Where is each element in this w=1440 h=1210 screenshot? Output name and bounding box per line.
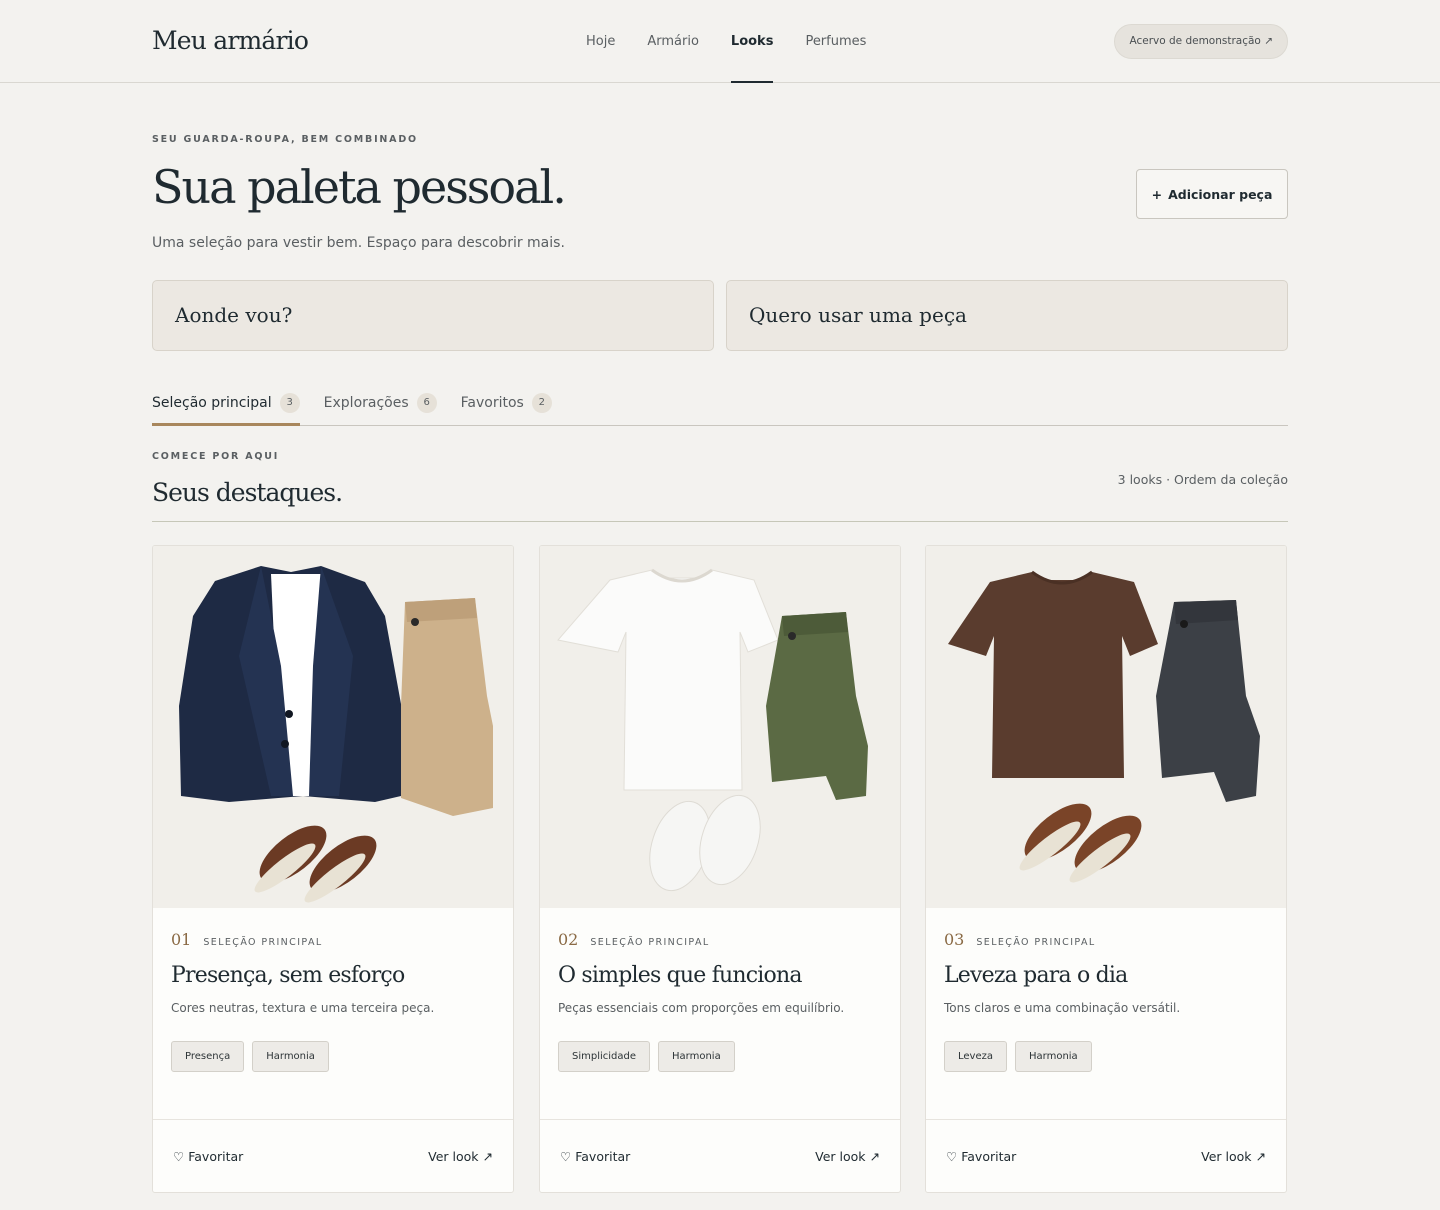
- section-title: Seus destaques.: [152, 478, 343, 507]
- section-divider: [152, 521, 1288, 522]
- favorite-button[interactable]: ♡ Favoritar: [946, 1149, 1016, 1164]
- look-title: O simples que funciona: [558, 963, 802, 988]
- tab-count-badge: 2: [531, 392, 552, 413]
- favorite-label: Favoritar: [188, 1148, 244, 1164]
- view-look-link[interactable]: Ver look ↗: [1201, 1149, 1266, 1164]
- use-item-input[interactable]: Quero usar uma peça: [726, 280, 1288, 351]
- look-image: [926, 546, 1286, 908]
- look-description: Cores neutras, textura e uma terceira pe…: [171, 1001, 435, 1015]
- look-number: 01: [171, 930, 192, 949]
- look-tag[interactable]: Harmonia: [252, 1041, 329, 1072]
- look-card-body: 03 SELEÇÃO PRINCIPAL Leveza para o dia T…: [926, 908, 1286, 1121]
- look-card[interactable]: 03 SELEÇÃO PRINCIPAL Leveza para o dia T…: [925, 545, 1287, 1193]
- look-card-body: 02 SELEÇÃO PRINCIPAL O simples que funci…: [540, 908, 900, 1121]
- look-card-footer: ♡ Favoritar Ver look ↗: [540, 1119, 900, 1192]
- page-subtitle: Uma seleção para vestir bem. Espaço para…: [152, 235, 565, 251]
- look-tag[interactable]: Simplicidade: [558, 1041, 651, 1072]
- look-description: Peças essenciais com proporções em equil…: [558, 1001, 845, 1015]
- favorite-label: Favoritar: [575, 1148, 631, 1164]
- look-card[interactable]: 01 SELEÇÃO PRINCIPAL Presença, sem esfor…: [152, 545, 514, 1193]
- hero-eyebrow: SEU GUARDA-ROUPA, BEM COMBINADO: [152, 134, 418, 145]
- brand-logo[interactable]: Meu armário: [152, 26, 309, 55]
- demo-collection-button[interactable]: Acervo de demonstração ↗: [1114, 24, 1288, 59]
- look-tag[interactable]: Harmonia: [1015, 1041, 1092, 1072]
- nav-perfumes[interactable]: Perfumes: [805, 0, 866, 83]
- heart-icon: ♡: [560, 1148, 572, 1164]
- look-number: 02: [558, 930, 579, 949]
- look-kicker: 01 SELEÇÃO PRINCIPAL: [171, 930, 495, 949]
- favorite-button[interactable]: ♡ Favoritar: [173, 1149, 243, 1164]
- look-tags: Presença Harmonia: [171, 1041, 495, 1072]
- look-title: Presença, sem esforço: [171, 963, 405, 988]
- heart-icon: ♡: [946, 1148, 958, 1164]
- page-title: Sua paleta pessoal.: [152, 160, 567, 214]
- plus-icon: +: [1151, 186, 1163, 202]
- heart-icon: ♡: [173, 1148, 185, 1164]
- look-category: SELEÇÃO PRINCIPAL: [590, 937, 710, 948]
- look-card-body: 01 SELEÇÃO PRINCIPAL Presença, sem esfor…: [153, 908, 513, 1121]
- look-title: Leveza para o dia: [944, 963, 1128, 988]
- view-look-link[interactable]: Ver look ↗: [815, 1149, 880, 1164]
- look-tabs: Seleção principal 3 Explorações 6 Favori…: [152, 380, 1288, 426]
- tab-label: Seleção principal: [152, 394, 272, 411]
- tab-main-selection[interactable]: Seleção principal 3: [152, 380, 300, 426]
- tab-label: Favoritos: [460, 394, 524, 411]
- look-card-footer: ♡ Favoritar Ver look ↗: [153, 1119, 513, 1192]
- tab-count-badge: 3: [279, 392, 300, 413]
- look-image: [153, 546, 513, 908]
- nav-hoje[interactable]: Hoje: [586, 0, 615, 83]
- look-tag[interactable]: Leveza: [944, 1041, 1007, 1072]
- section-meta: 3 looks · Ordem da coleção: [1117, 472, 1288, 487]
- look-card[interactable]: 02 SELEÇÃO PRINCIPAL O simples que funci…: [539, 545, 901, 1193]
- look-image: [540, 546, 900, 908]
- where-going-input[interactable]: Aonde vou?: [152, 280, 714, 351]
- nav-armario[interactable]: Armário: [647, 0, 699, 83]
- look-number: 03: [944, 930, 965, 949]
- section-eyebrow: COMECE POR AQUI: [152, 451, 280, 462]
- look-tags: Simplicidade Harmonia: [558, 1041, 882, 1072]
- look-category: SELEÇÃO PRINCIPAL: [976, 937, 1096, 948]
- tab-explorations[interactable]: Explorações 6: [324, 380, 437, 425]
- look-kicker: 02 SELEÇÃO PRINCIPAL: [558, 930, 882, 949]
- look-kicker: 03 SELEÇÃO PRINCIPAL: [944, 930, 1268, 949]
- view-look-link[interactable]: Ver look ↗: [428, 1149, 493, 1164]
- look-description: Tons claros e uma combinação versátil.: [944, 1001, 1181, 1015]
- main-nav: Hoje Armário Looks Perfumes: [586, 0, 866, 83]
- look-tags: Leveza Harmonia: [944, 1041, 1268, 1072]
- tab-favorites[interactable]: Favoritos 2: [461, 380, 552, 425]
- favorite-label: Favoritar: [961, 1148, 1017, 1164]
- add-item-button[interactable]: + Adicionar peça: [1136, 169, 1288, 219]
- favorite-button[interactable]: ♡ Favoritar: [560, 1149, 630, 1164]
- look-tag[interactable]: Harmonia: [658, 1041, 735, 1072]
- nav-looks[interactable]: Looks: [730, 0, 773, 83]
- add-item-label: Adicionar peça: [1168, 186, 1273, 202]
- look-card-footer: ♡ Favoritar Ver look ↗: [926, 1119, 1286, 1192]
- look-tag[interactable]: Presença: [171, 1041, 245, 1072]
- tab-label: Explorações: [323, 394, 409, 411]
- tab-count-badge: 6: [416, 392, 437, 413]
- top-header: Meu armário Hoje Armário Looks Perfumes …: [0, 0, 1440, 83]
- look-category: SELEÇÃO PRINCIPAL: [203, 937, 323, 948]
